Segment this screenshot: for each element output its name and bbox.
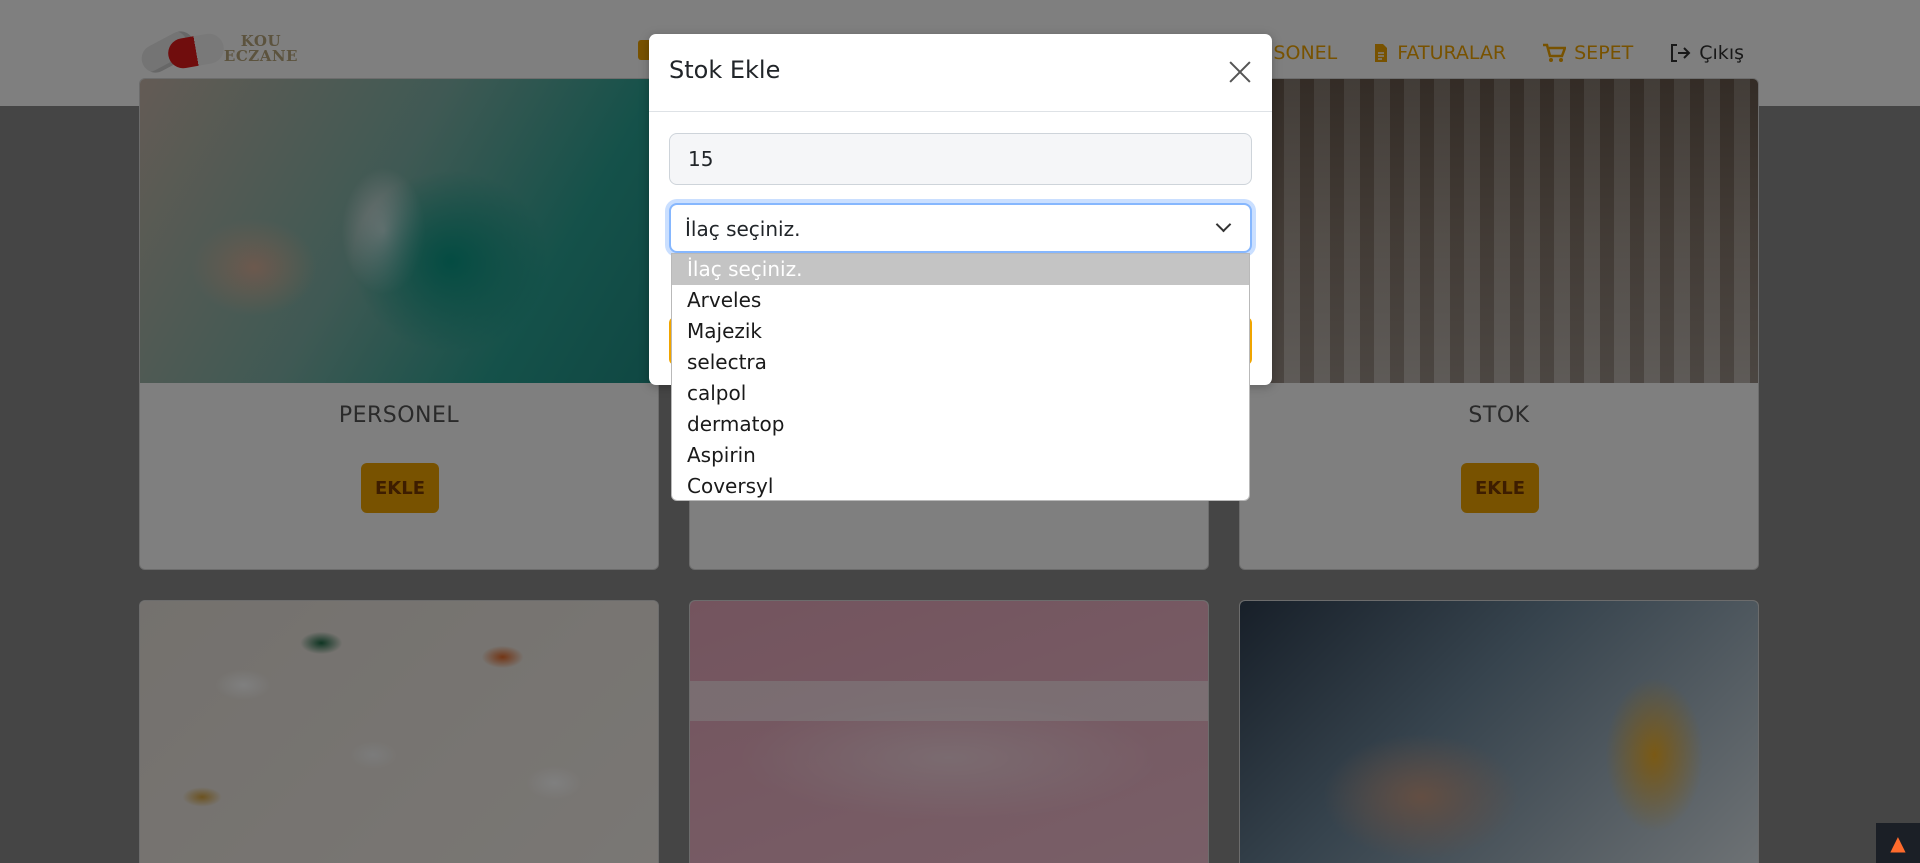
dropdown-option[interactable]: Arveles (672, 285, 1249, 316)
medicine-dropdown-list: İlaç seçiniz. Arveles Majezik selectra c… (671, 253, 1250, 501)
dropdown-option[interactable]: dermatop (672, 409, 1249, 440)
modal-title: Stok Ekle (669, 56, 781, 84)
dropdown-option[interactable]: calpol (672, 378, 1249, 409)
close-icon[interactable] (1226, 58, 1254, 86)
medicine-select[interactable]: İlaç seçiniz. (669, 203, 1252, 253)
dropdown-option[interactable]: İlaç seçiniz. (672, 254, 1249, 285)
chevron-down-icon (1216, 219, 1230, 233)
dropdown-option[interactable]: Coversyl (672, 471, 1249, 500)
dropdown-option[interactable]: Majezik (672, 316, 1249, 347)
quantity-input[interactable] (669, 133, 1252, 185)
dropdown-option[interactable]: selectra (672, 347, 1249, 378)
dropdown-option[interactable]: Aspirin (672, 440, 1249, 471)
modal-header: Stok Ekle (649, 34, 1272, 112)
flame-icon[interactable]: ▲ (1876, 823, 1920, 863)
select-value: İlaç seçiniz. (685, 217, 801, 241)
